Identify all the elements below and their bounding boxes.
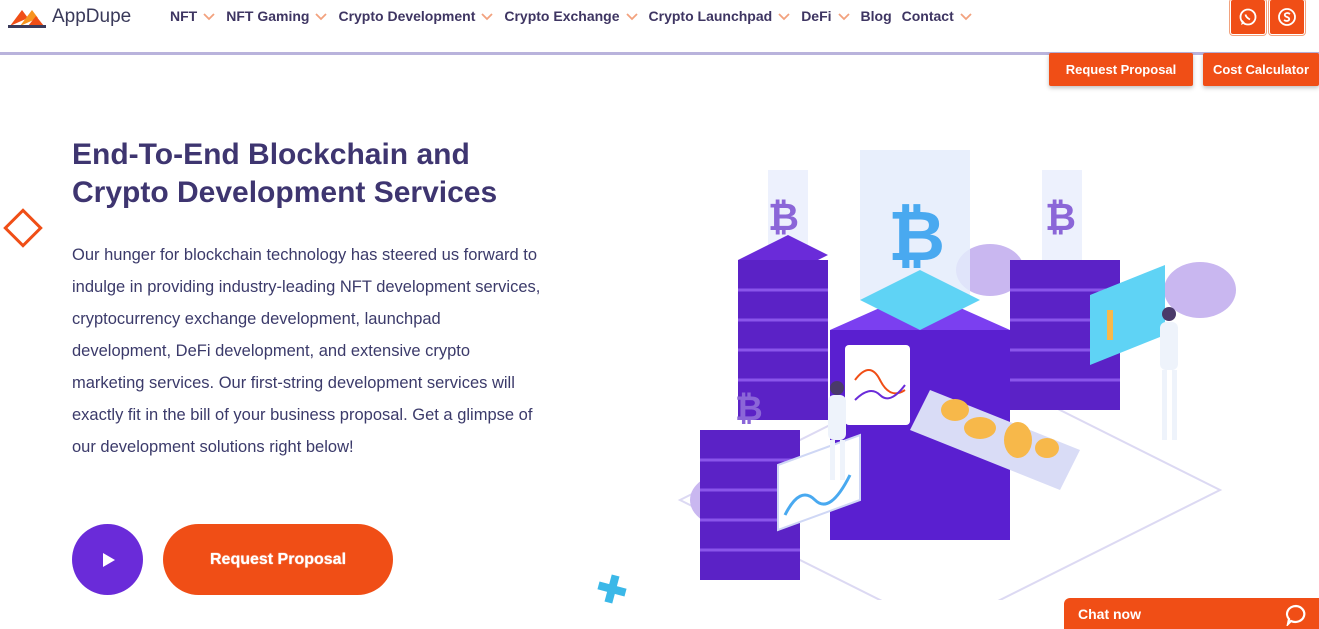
nav-item-nft-gaming[interactable]: NFT Gaming [226, 8, 328, 24]
chevron-down-icon [778, 13, 790, 21]
nav-item-label: Blog [860, 8, 892, 24]
whatsapp-button[interactable] [1229, 0, 1267, 36]
chevron-down-icon [315, 13, 328, 21]
svg-text:₿: ₿ [888, 195, 945, 277]
svg-text:₿: ₿ [1045, 195, 1076, 239]
nav-item-crypto-development[interactable]: Crypto Development [338, 8, 494, 24]
nav-item-label: NFT Gaming [226, 8, 310, 24]
skype-icon [1278, 8, 1296, 26]
nav-item-label: Crypto Launchpad [648, 8, 773, 24]
play-video-button[interactable] [72, 524, 143, 595]
nav-item-label: Contact [901, 8, 954, 24]
logo[interactable]: AppDupe [8, 6, 131, 28]
chevron-down-icon [625, 13, 638, 21]
chevron-down-icon [481, 13, 494, 21]
request-proposal-cta-button[interactable]: Request Proposal [163, 524, 393, 595]
svg-text:₿: ₿ [768, 195, 799, 239]
hero-title-line: Crypto Development Services [72, 176, 498, 209]
logo-text: AppDupe [52, 6, 132, 27]
top-header: AppDupe NFT NFT Gaming Crypto Developmen… [0, 0, 1319, 55]
appdupe-logo-icon [8, 6, 46, 28]
chat-now-widget[interactable]: Chat now [1064, 598, 1319, 629]
nav-item-label: NFT [170, 8, 198, 24]
nav-item-nft[interactable]: NFT [170, 8, 216, 24]
nav-item-label: Crypto Exchange [504, 8, 620, 24]
nav-item-defi[interactable]: DeFi [801, 8, 850, 24]
request-proposal-top-button[interactable]: Request Proposal [1049, 53, 1193, 86]
play-icon [102, 552, 115, 567]
nav-item-crypto-launchpad[interactable]: Crypto Launchpad [649, 8, 792, 24]
nav-item-crypto-exchange[interactable]: Crypto Exchange [504, 8, 638, 24]
nav-item-label: DeFi [801, 8, 832, 24]
hero-title-line: End-To-End Blockchain and [72, 138, 470, 171]
nav-item-contact[interactable]: Contact [902, 8, 973, 24]
nav-item-label: Crypto Development [338, 8, 476, 24]
svg-text:₿: ₿ [735, 389, 763, 429]
diamond-decoration [3, 208, 43, 248]
skype-button[interactable] [1268, 0, 1306, 36]
main-nav: NFT NFT Gaming Crypto Development Crypto… [170, 8, 983, 24]
hero-description: Our hunger for blockchain technology has… [72, 246, 541, 456]
whatsapp-icon [1239, 8, 1257, 26]
chat-bubble-icon [1285, 604, 1306, 626]
cost-calculator-button[interactable]: Cost Calculator [1203, 53, 1319, 86]
hero-title: End-To-End Blockchain and Crypto Develop… [72, 136, 572, 212]
chevron-down-icon [837, 13, 850, 21]
page: AppDupe NFT NFT Gaming Crypto Developmen… [0, 0, 1319, 629]
plus-decoration-icon [597, 574, 627, 604]
chat-label: Chat now [1078, 605, 1141, 622]
chevron-down-icon [960, 13, 972, 21]
chevron-down-icon [203, 13, 215, 21]
nav-item-blog[interactable]: Blog [861, 8, 892, 24]
blockchain-illustration: ₿ ₿ ₿ ₿ [677, 150, 1236, 600]
